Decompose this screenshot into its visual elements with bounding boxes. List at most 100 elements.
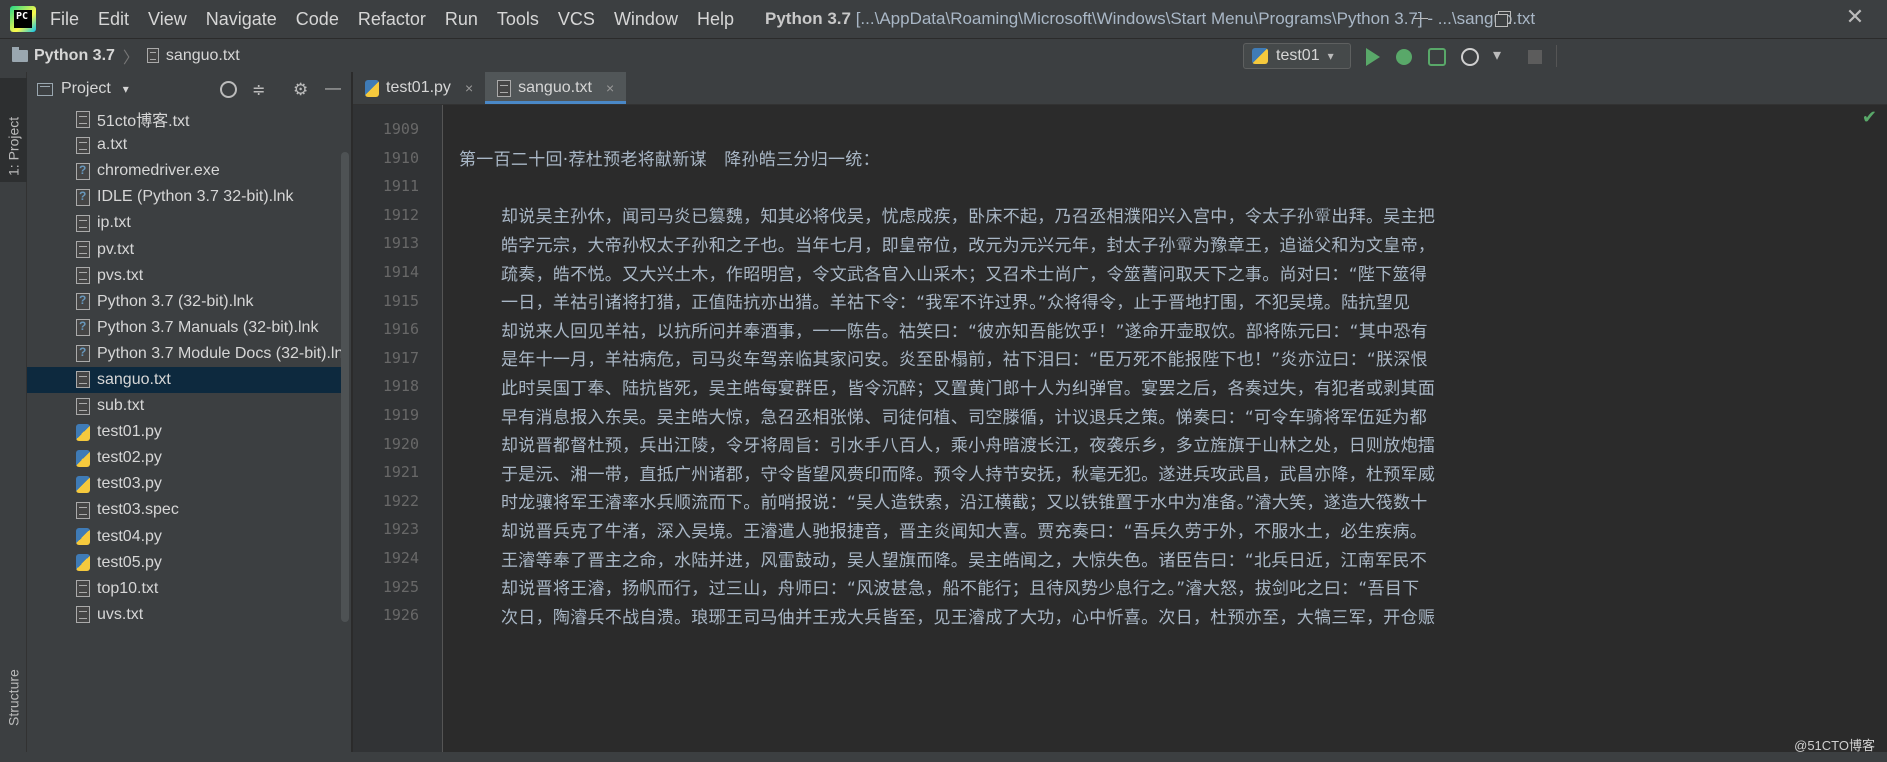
menu-navigate[interactable]: Navigate	[206, 9, 277, 30]
text-file-icon	[76, 267, 90, 285]
chevron-down-icon: ▾	[1327, 49, 1334, 63]
file-tree-item[interactable]: Python 3.7 Manuals (32-bit).lnk	[27, 315, 347, 341]
line-text: 疏奏，皓不悦。又大兴土木，作昭明宫，令文武各官入山采木；又召术士尚广，令筮蓍问取…	[501, 264, 1428, 285]
file-tree-item[interactable]: test01.py	[27, 419, 347, 445]
editor-line: 1922 时龙骧将军王濬率水兵顺流而下。前哨报说：“吴人造铁索，沿江横截；又以铁锥…	[383, 487, 1887, 515]
profile-icon[interactable]	[1461, 48, 1479, 66]
file-tree-item[interactable]: test03.spec	[27, 497, 347, 523]
unknown-file-icon	[76, 188, 90, 206]
close-tab-icon[interactable]: ×	[606, 80, 614, 96]
line-number: 1912	[382, 205, 419, 224]
file-name: ip.txt	[97, 214, 131, 232]
editor-line: 1923 却说晋兵克了牛渚，深入吴境。王濬遣人驰报捷音，晋主炎闻知大喜。贾充奏曰：…	[383, 515, 1887, 543]
minimize-icon[interactable]	[1408, 6, 1434, 30]
menu-run[interactable]: Run	[445, 9, 478, 30]
tree-scrollbar[interactable]	[341, 152, 349, 622]
file-tree-item[interactable]: sub.txt	[27, 393, 347, 419]
editor-line: 1920 却说晋都督杜预，兵出江陵，令牙将周旨：引水手八百人，乘小舟暗渡长江，夜袭…	[383, 430, 1887, 458]
run-configuration-select[interactable]: test01 ▾	[1243, 43, 1351, 69]
project-view-select[interactable]: Project	[61, 80, 111, 98]
menu-vcs[interactable]: VCS	[558, 9, 595, 30]
file-tree-item[interactable]: sanguo.txt	[27, 366, 347, 394]
editor-line: 1913 皓字元宗，大帝孙权太子孙和之子也。当年七月，即皇帝位，改元为元兴元年，封…	[383, 229, 1887, 257]
chevron-down-icon[interactable]: ▾	[123, 82, 129, 96]
line-number: 1917	[382, 348, 419, 367]
editor[interactable]: 1909 1910 第一百二十回·荐杜预老将献新谋 降孙皓三分归一统： 1911 191…	[353, 105, 1887, 762]
text-file-icon	[76, 214, 90, 232]
locate-file-icon[interactable]	[220, 81, 237, 98]
breadcrumb-project[interactable]: Python 3.7	[34, 47, 115, 65]
run-with-coverage-icon[interactable]	[1428, 48, 1446, 66]
breadcrumb-file[interactable]: sanguo.txt	[166, 47, 240, 65]
file-tree-item[interactable]: top10.txt	[27, 576, 347, 602]
stop-icon[interactable]	[1528, 50, 1542, 64]
file-tree-item[interactable]: a.txt	[27, 132, 347, 158]
project-view-icon	[37, 82, 53, 96]
gear-icon[interactable]: ⚙	[293, 80, 308, 100]
file-tree-item[interactable]: pvs.txt	[27, 263, 347, 289]
editor-tab-bar: test01.py × sanguo.txt ×	[353, 72, 1887, 105]
unknown-file-icon	[76, 293, 90, 311]
run-icon[interactable]	[1366, 48, 1380, 66]
python-file-icon	[76, 554, 90, 572]
file-tree-item[interactable]: pv.txt	[27, 236, 347, 262]
editor-line: 1917 是年十一月，羊祜病危，司马炎车驾亲临其家问安。炎至卧榻前，祜下泪曰：“臣…	[383, 344, 1887, 372]
file-tree-item[interactable]: Python 3.7 Module Docs (32-bit).lnk	[27, 341, 347, 367]
file-tree-item[interactable]: test04.py	[27, 524, 347, 550]
menu-view[interactable]: View	[148, 9, 187, 30]
menu-edit[interactable]: Edit	[98, 9, 129, 30]
menu-window[interactable]: Window	[614, 9, 678, 30]
file-tree-item[interactable]: uvs.txt	[27, 602, 347, 628]
structure-tool-tab[interactable]: Structure	[0, 632, 27, 732]
editor-line: 1909	[383, 115, 1887, 143]
file-tree-item[interactable]: 51cto博客.txt	[27, 106, 347, 132]
editor-tab[interactable]: test01.py ×	[353, 72, 485, 104]
file-tree-item[interactable]: test02.py	[27, 445, 347, 471]
editor-line: 1910 第一百二十回·荐杜预老将献新谋 降孙皓三分归一统：	[383, 144, 1887, 172]
file-name: test05.py	[97, 553, 162, 571]
python-file-icon	[76, 423, 90, 441]
menu-file[interactable]: File	[50, 9, 79, 30]
menu-help[interactable]: Help	[697, 9, 734, 30]
file-tree-item[interactable]: IDLE (Python 3.7 32-bit).lnk	[27, 184, 347, 210]
line-number: 1920	[382, 434, 419, 453]
line-number: 1911	[382, 177, 419, 196]
run-configuration-label: test01	[1276, 47, 1320, 64]
navigation-bar: Python 3.7 〉 sanguo.txt test01 ▾ ▾	[0, 38, 1887, 72]
menu-tools[interactable]: Tools	[497, 9, 539, 30]
text-file-icon	[146, 48, 159, 63]
file-tree-item[interactable]: chromedriver.exe	[27, 158, 347, 184]
inspection-ok-icon[interactable]: ✔	[1862, 107, 1877, 128]
hide-panel-icon[interactable]: —	[325, 80, 341, 98]
file-tree-item[interactable]: ip.txt	[27, 210, 347, 236]
file-name: pv.txt	[97, 240, 135, 258]
project-tool-tab[interactable]: 1: Project	[0, 78, 27, 182]
file-name: a.txt	[97, 136, 128, 154]
file-name: test04.py	[97, 527, 162, 545]
menu-refactor[interactable]: Refactor	[358, 9, 426, 30]
close-tab-icon[interactable]: ×	[465, 80, 473, 96]
debug-icon[interactable]	[1396, 49, 1412, 65]
editor-line: 1912 却说吴主孙休，闻司马炎已篡魏，知其必将伐吴，忧虑成疾，卧床不起，乃召丞相…	[383, 201, 1887, 229]
menu-bar: PC File Edit View Navigate Code Refactor…	[0, 0, 1887, 38]
text-file-icon	[76, 501, 90, 519]
line-number: 1915	[382, 291, 419, 310]
left-tool-strip: 1: Project Structure	[0, 72, 27, 762]
line-number: 1909	[382, 120, 419, 138]
line-number: 1914	[382, 263, 419, 281]
text-file-icon	[76, 136, 90, 154]
menu-code[interactable]: Code	[296, 9, 339, 30]
file-tree-item[interactable]: test05.py	[27, 550, 347, 576]
collapse-all-icon[interactable]: ≑	[252, 80, 265, 100]
line-number: 1923	[382, 520, 419, 539]
file-tree-item[interactable]: test03.py	[27, 471, 347, 497]
line-number: 1918	[382, 377, 419, 396]
editor-tab[interactable]: sanguo.txt ×	[485, 72, 627, 104]
text-content[interactable]: 1909 1910 第一百二十回·荐杜预老将献新谋 降孙皓三分归一统： 1911 191…	[383, 105, 1887, 762]
restore-icon[interactable]	[1490, 6, 1516, 30]
project-panel: Project ▾ ≑ ⚙ — 51cto博客.txt a.txt chromedr…	[27, 72, 352, 762]
more-run-options-icon[interactable]: ▾	[1493, 45, 1513, 65]
file-tree-item[interactable]: Python 3.7 (32-bit).lnk	[27, 289, 347, 315]
line-number: 1922	[382, 491, 419, 510]
close-window-icon[interactable]: ✕	[1842, 6, 1868, 30]
